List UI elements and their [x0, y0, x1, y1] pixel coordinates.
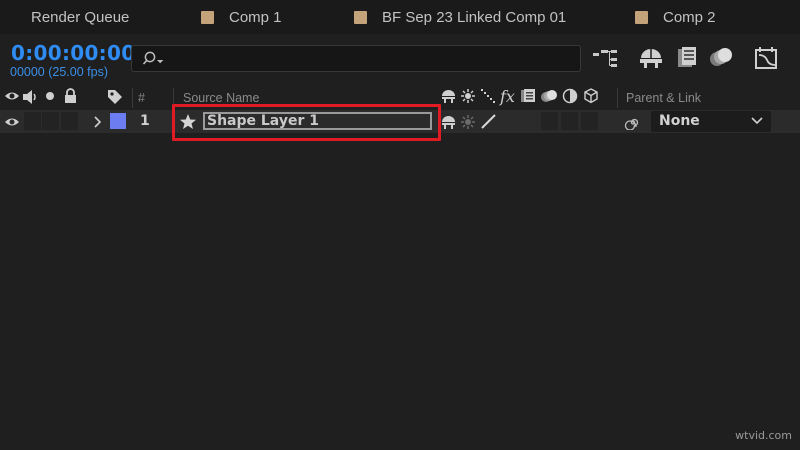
frame-blend-switch-icon[interactable]	[520, 88, 536, 104]
parent-dropdown[interactable]: None	[651, 111, 771, 132]
video-visibility-icon[interactable]	[4, 89, 20, 103]
tab-label: Comp 1	[229, 8, 282, 26]
3d-layer-icon[interactable]	[583, 88, 599, 104]
fx-icon[interactable]: fx	[500, 87, 515, 106]
shy-icon[interactable]	[441, 88, 456, 104]
collapse-icon[interactable]	[460, 88, 476, 104]
tab-bf-linked-comp[interactable]: BF Sep 23 Linked Comp 01	[354, 0, 566, 34]
lock-icon[interactable]	[64, 88, 77, 104]
collapse-switch-icon[interactable]	[460, 114, 476, 130]
draft-3d-icon[interactable]	[637, 44, 665, 72]
comp-color-swatch	[354, 10, 367, 24]
column-divider[interactable]	[132, 88, 133, 108]
layer-index: 1	[140, 113, 150, 129]
column-divider[interactable]	[617, 88, 618, 108]
tab-comp-1[interactable]: Comp 1	[201, 0, 282, 34]
tab-bar: Render Queue Comp 1 BF Sep 23 Linked Com…	[0, 0, 800, 34]
motion-blur-switch-icon[interactable]	[540, 88, 560, 104]
graph-editor-icon[interactable]	[753, 44, 781, 72]
source-name-column-label[interactable]: Source Name	[183, 91, 259, 105]
search-input[interactable]	[166, 49, 570, 71]
tab-label: Render Queue	[31, 8, 130, 26]
pick-whip-icon[interactable]	[624, 113, 642, 130]
lock-toggle-cell[interactable]	[61, 112, 78, 130]
comp-flowchart-icon[interactable]	[591, 44, 619, 72]
quality-switch-icon[interactable]	[480, 113, 498, 130]
tab-label: Comp 2	[663, 8, 716, 26]
search-icon[interactable]	[141, 50, 165, 68]
highlight-annotation	[172, 104, 441, 141]
motion-blur-toggle-cell[interactable]	[541, 112, 558, 130]
tab-label: BF Sep 23 Linked Comp 01	[382, 8, 567, 26]
comp-color-swatch	[201, 10, 214, 24]
layer-number-column-label: #	[138, 91, 145, 105]
audio-icon[interactable]	[22, 89, 40, 105]
layer-label-color[interactable]	[110, 113, 126, 129]
quality-icon[interactable]	[480, 88, 496, 104]
current-time-display[interactable]: 0:00:00:00	[11, 41, 135, 65]
watermark: wtvid.com	[735, 429, 792, 442]
shy-switch-icon[interactable]	[441, 114, 456, 130]
adjustment-toggle-cell[interactable]	[561, 112, 578, 130]
layer-search-field[interactable]	[131, 45, 581, 72]
comp-color-swatch	[635, 10, 648, 24]
frame-blending-icon[interactable]	[673, 44, 701, 72]
parent-selected-value: None	[659, 113, 700, 129]
parent-link-column-label: Parent & Link	[626, 91, 702, 105]
layer-visibility-icon[interactable]	[4, 115, 20, 129]
adjustment-layer-icon[interactable]	[562, 88, 578, 104]
3d-toggle-cell[interactable]	[581, 112, 598, 130]
solo-icon[interactable]	[45, 91, 55, 101]
audio-toggle-cell[interactable]	[24, 112, 41, 130]
tab-comp-2[interactable]: Comp 2	[635, 0, 716, 34]
label-tag-icon[interactable]	[106, 88, 124, 106]
solo-toggle-cell[interactable]	[42, 112, 59, 130]
expand-chevron-icon[interactable]	[92, 115, 102, 129]
frame-count-display: 00000 (25.00 fps)	[10, 65, 108, 79]
motion-blur-icon[interactable]	[707, 44, 735, 72]
tab-render-queue[interactable]: Render Queue	[31, 0, 129, 34]
chevron-down-icon	[751, 117, 763, 125]
